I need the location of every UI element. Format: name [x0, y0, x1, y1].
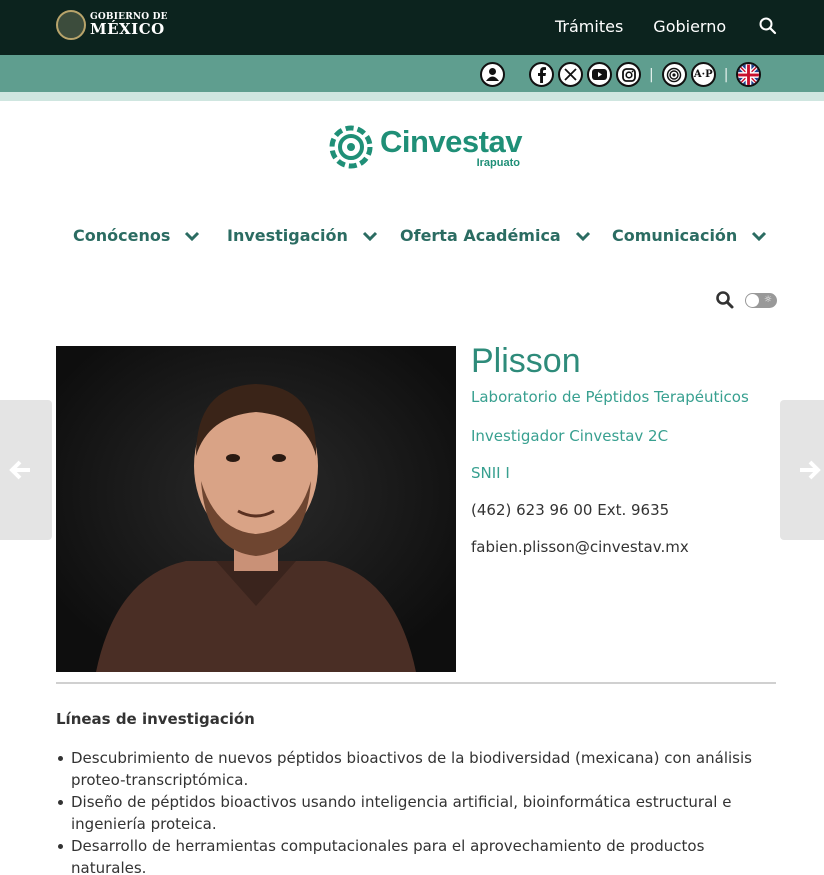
gov-nav: Trámites Gobierno [555, 17, 726, 36]
nav-item-comunicacion[interactable]: Comunicación [612, 226, 767, 245]
nav-item-label: Conócenos [73, 226, 171, 245]
sun-icon: ☼ [763, 294, 772, 305]
logo-campus: Irapuato [476, 156, 520, 169]
youtube-icon[interactable] [587, 62, 612, 87]
chevron-down-icon [362, 231, 377, 241]
arrow-left-icon [9, 460, 30, 480]
gov-logo-text: GOBIERNO DE MÉXICO [90, 13, 168, 37]
gov-header: GOBIERNO DE MÉXICO Trámites Gobierno [0, 0, 824, 55]
next-profile-button[interactable] [780, 400, 824, 540]
cinvestav-logo-icon [329, 125, 373, 169]
profile-lab-link[interactable]: Laboratorio de Péptidos Terapéuticos [471, 388, 749, 406]
profile-rank: Investigador Cinvestav 2C [471, 427, 669, 445]
ap-icon[interactable]: A·P [690, 62, 716, 87]
profile-snii: SNII I [471, 464, 510, 482]
logo-text: Cinvestav Irapuato [380, 126, 522, 169]
search-icon[interactable] [715, 290, 735, 310]
separator: | [649, 66, 654, 83]
transparency-icon[interactable] [661, 62, 687, 87]
list-item: Diseño de péptidos bioactivos usando int… [58, 791, 771, 835]
chevron-down-icon [575, 231, 590, 241]
toggle-knob [746, 293, 759, 307]
nav-item-label: Oferta Académica [400, 226, 561, 245]
profile-phone: (462) 623 96 00 Ext. 9635 [471, 501, 670, 519]
nav-item-label: Investigación [227, 226, 348, 245]
instagram-icon[interactable] [616, 62, 641, 87]
nav-item-investigacion[interactable]: Investigación [227, 226, 378, 245]
social-strip [0, 92, 824, 101]
x-icon[interactable] [558, 62, 583, 87]
chevron-down-icon [185, 231, 200, 241]
facebook-icon[interactable] [529, 62, 554, 87]
list-item: Desarrollo de herramientas computacional… [58, 835, 771, 875]
profile-email[interactable]: fabien.plisson@cinvestav.mx [471, 538, 689, 556]
gov-link-gobierno[interactable]: Gobierno [653, 17, 726, 36]
search-icon[interactable] [758, 16, 778, 36]
logo-name: Cinvestav [380, 123, 522, 159]
nav-tools: ☼ [715, 290, 777, 310]
previous-profile-button[interactable] [0, 400, 52, 540]
dark-mode-toggle[interactable]: ☼ [745, 292, 777, 308]
social-bar: | A·P | [0, 55, 824, 92]
mexico-seal-icon [56, 10, 86, 40]
nav-item-label: Comunicación [612, 226, 738, 245]
nav-item-oferta-academica[interactable]: Oferta Académica [400, 226, 591, 245]
research-lines-title: Líneas de investigación [56, 710, 255, 728]
chevron-down-icon [752, 231, 767, 241]
social-icons: | A·P | [480, 62, 765, 87]
separator: | [723, 66, 729, 83]
gov-link-tramites[interactable]: Trámites [555, 17, 623, 36]
list-item: Descubrimiento de nuevos péptidos bioact… [58, 747, 771, 791]
profile-photo [56, 346, 456, 672]
arrow-right-icon [800, 460, 821, 480]
gov-logo-line2: MÉXICO [90, 20, 165, 38]
research-lines-list: Descubrimiento de nuevos péptidos bioact… [58, 747, 771, 875]
nav-item-conocenos[interactable]: Conócenos [73, 226, 200, 245]
ap-label: A·P [693, 69, 713, 80]
uk-flag-icon[interactable] [736, 62, 762, 87]
user-icon[interactable] [480, 62, 505, 87]
profile-name: Plisson [471, 342, 581, 380]
gov-mexico-logo[interactable]: GOBIERNO DE MÉXICO [56, 10, 168, 40]
cinvestav-logo[interactable]: Cinvestav Irapuato [326, 122, 522, 172]
section-divider [56, 682, 776, 684]
